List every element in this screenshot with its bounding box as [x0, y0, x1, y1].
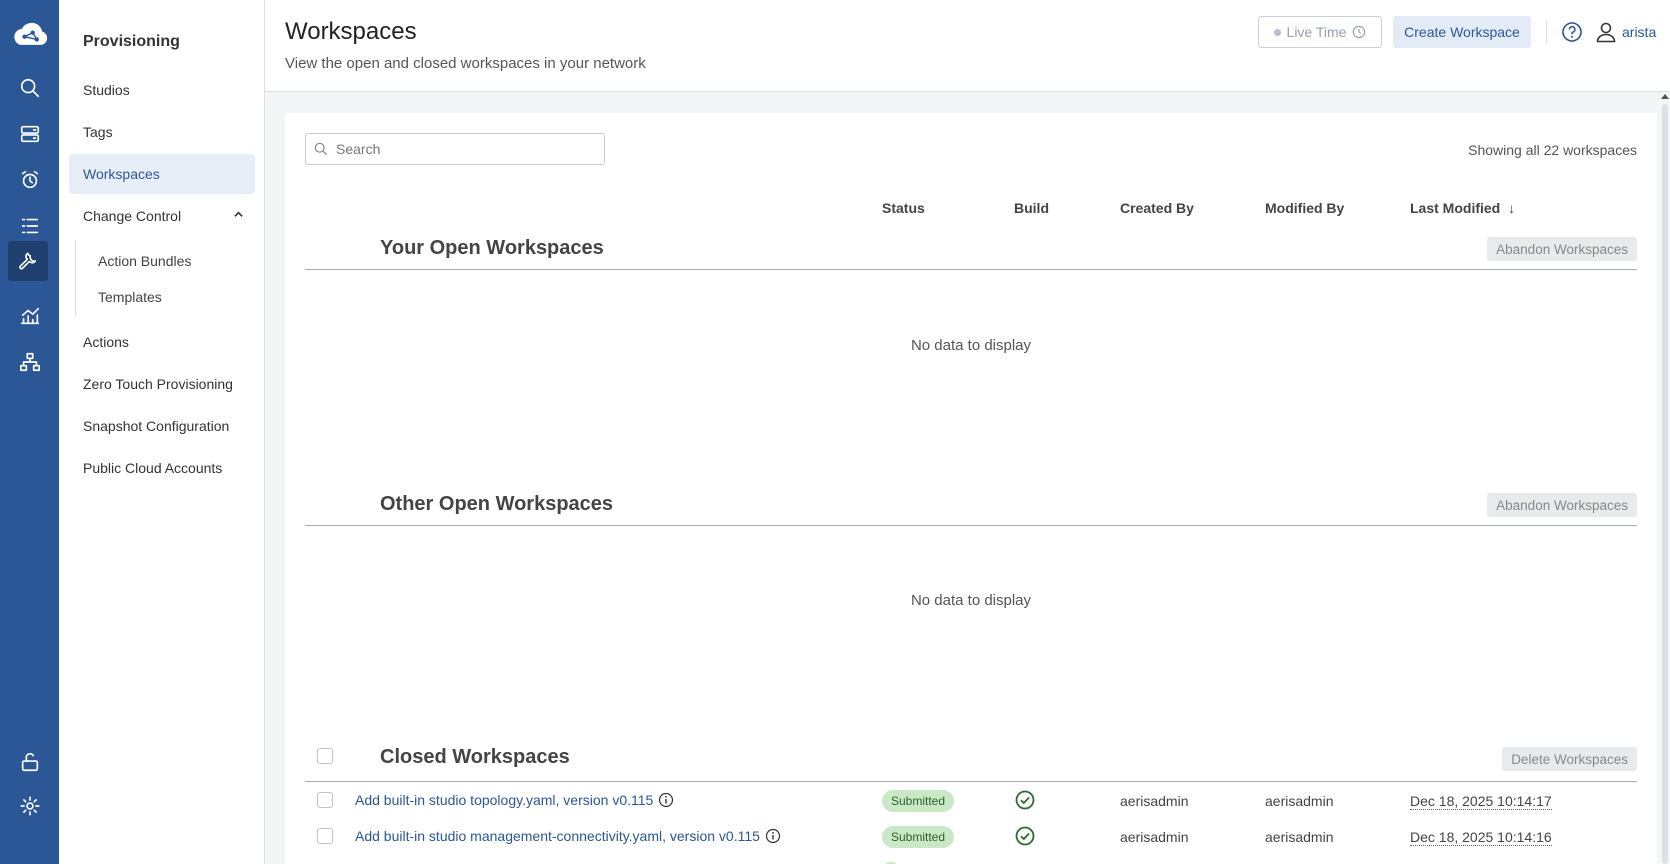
search-box[interactable] — [305, 133, 605, 165]
section-divider — [305, 781, 1637, 782]
status-badge: Submitted — [882, 790, 955, 812]
search-icon — [314, 142, 328, 156]
column-header-last-modified[interactable]: Last Modified ↓ — [1410, 200, 1515, 216]
column-header-modified-by[interactable]: Modified By — [1265, 200, 1344, 216]
nav-item-actions[interactable]: Actions — [69, 322, 255, 362]
live-status-dot — [1273, 28, 1281, 36]
analytics-icon[interactable] — [0, 296, 59, 336]
gear-icon[interactable] — [0, 786, 59, 826]
nav-item-tags[interactable]: Tags — [69, 112, 255, 152]
build-success-icon — [1015, 790, 1035, 810]
created-by-cell: aerisadmin — [1120, 793, 1189, 809]
create-workspace-button[interactable]: Create Workspace — [1393, 16, 1531, 48]
user-name-link[interactable]: arista — [1622, 24, 1656, 40]
workspace-link[interactable]: Add built-in studio topology.yaml, versi… — [355, 792, 674, 808]
column-header-build[interactable]: Build — [1014, 200, 1049, 216]
section-divider — [305, 269, 1637, 270]
clock-icon — [1353, 25, 1366, 39]
modified-by-cell: aerisadmin — [1265, 829, 1334, 845]
nav-item-action-bundles[interactable]: Action Bundles — [98, 253, 191, 269]
workspace-title[interactable]: Add built-in studio management-connectiv… — [355, 828, 760, 844]
section-title-your-open: Your Open Workspaces — [380, 237, 604, 259]
list-icon[interactable] — [0, 206, 59, 246]
wrench-icon[interactable] — [8, 241, 48, 281]
nav-item-workspaces[interactable]: Workspaces — [69, 154, 255, 194]
last-modified-cell: Dec 18, 2025 10:14:16 — [1410, 829, 1552, 846]
nav-item-zero-touch-provisioning[interactable]: Zero Touch Provisioning — [69, 364, 255, 404]
nav-item-templates[interactable]: Templates — [98, 289, 162, 305]
empty-state: No data to display — [910, 592, 1032, 609]
workspaces-panel: Showing all 22 workspaces Status Build C… — [285, 113, 1657, 864]
user-icon[interactable] — [1594, 20, 1618, 44]
nav-item-studios[interactable]: Studios — [69, 70, 255, 110]
section-title-closed: Closed Workspaces — [380, 746, 570, 768]
status-badge: Submitted — [882, 826, 955, 848]
modified-by-cell: aerisadmin — [1265, 793, 1334, 809]
workspace-title[interactable]: Add built-in studio topology.yaml, versi… — [355, 792, 653, 808]
alarm-clock-icon[interactable] — [0, 160, 59, 200]
section-divider — [305, 525, 1637, 526]
scroll-up-arrow-icon[interactable] — [1661, 94, 1669, 99]
page-subtitle: View the open and closed workspaces in y… — [285, 55, 646, 72]
scrollbar-thumb[interactable] — [1662, 104, 1668, 864]
live-time-label: Live Time — [1286, 24, 1347, 40]
workspace-link[interactable]: Add built-in studio management-connectiv… — [355, 828, 781, 844]
abandon-workspaces-button[interactable]: Abandon Workspaces — [1487, 237, 1637, 261]
info-icon[interactable] — [765, 828, 781, 844]
column-header-status[interactable]: Status — [882, 200, 925, 216]
delete-workspaces-button[interactable]: Delete Workspaces — [1502, 747, 1637, 771]
provisioning-nav: Provisioning Studios Tags Workspaces Cha… — [59, 0, 265, 864]
search-icon[interactable] — [0, 68, 59, 108]
search-input[interactable] — [336, 141, 596, 157]
page-title: Workspaces — [285, 18, 417, 45]
unlock-icon[interactable] — [0, 742, 59, 782]
page-header: Workspaces View the open and closed work… — [265, 0, 1670, 92]
nav-item-snapshot-configuration[interactable]: Snapshot Configuration — [69, 406, 255, 446]
chevron-up-icon[interactable] — [234, 210, 243, 219]
help-icon[interactable] — [1561, 21, 1583, 43]
row-checkbox[interactable] — [317, 828, 333, 844]
sort-descending-icon[interactable]: ↓ — [1508, 200, 1515, 216]
build-success-icon — [1015, 826, 1035, 846]
nav-item-public-cloud-accounts[interactable]: Public Cloud Accounts — [69, 448, 255, 488]
workspace-count: Showing all 22 workspaces — [1468, 142, 1637, 158]
created-by-cell: aerisadmin — [1120, 829, 1189, 845]
header-divider — [1546, 20, 1547, 44]
empty-state: No data to display — [910, 337, 1032, 354]
select-all-checkbox[interactable] — [317, 748, 333, 764]
nav-title: Provisioning — [83, 33, 180, 50]
section-title-other-open: Other Open Workspaces — [380, 493, 614, 515]
devices-icon[interactable] — [0, 114, 59, 154]
row-checkbox[interactable] — [317, 792, 333, 808]
subnav-divider — [75, 240, 76, 316]
live-time-button[interactable]: Live Time — [1258, 16, 1382, 48]
nav-item-change-control[interactable]: Change Control — [69, 196, 255, 236]
icon-rail — [0, 0, 59, 864]
nav-item-label: Change Control — [83, 208, 182, 224]
abandon-workspaces-button[interactable]: Abandon Workspaces — [1487, 493, 1637, 517]
cloud-logo-icon[interactable] — [0, 14, 59, 54]
info-icon[interactable] — [658, 792, 674, 808]
topology-icon[interactable] — [0, 342, 59, 382]
column-header-created-by[interactable]: Created By — [1120, 200, 1194, 216]
last-modified-cell: Dec 18, 2025 10:14:17 — [1410, 793, 1552, 810]
column-header-label: Last Modified — [1410, 200, 1501, 216]
